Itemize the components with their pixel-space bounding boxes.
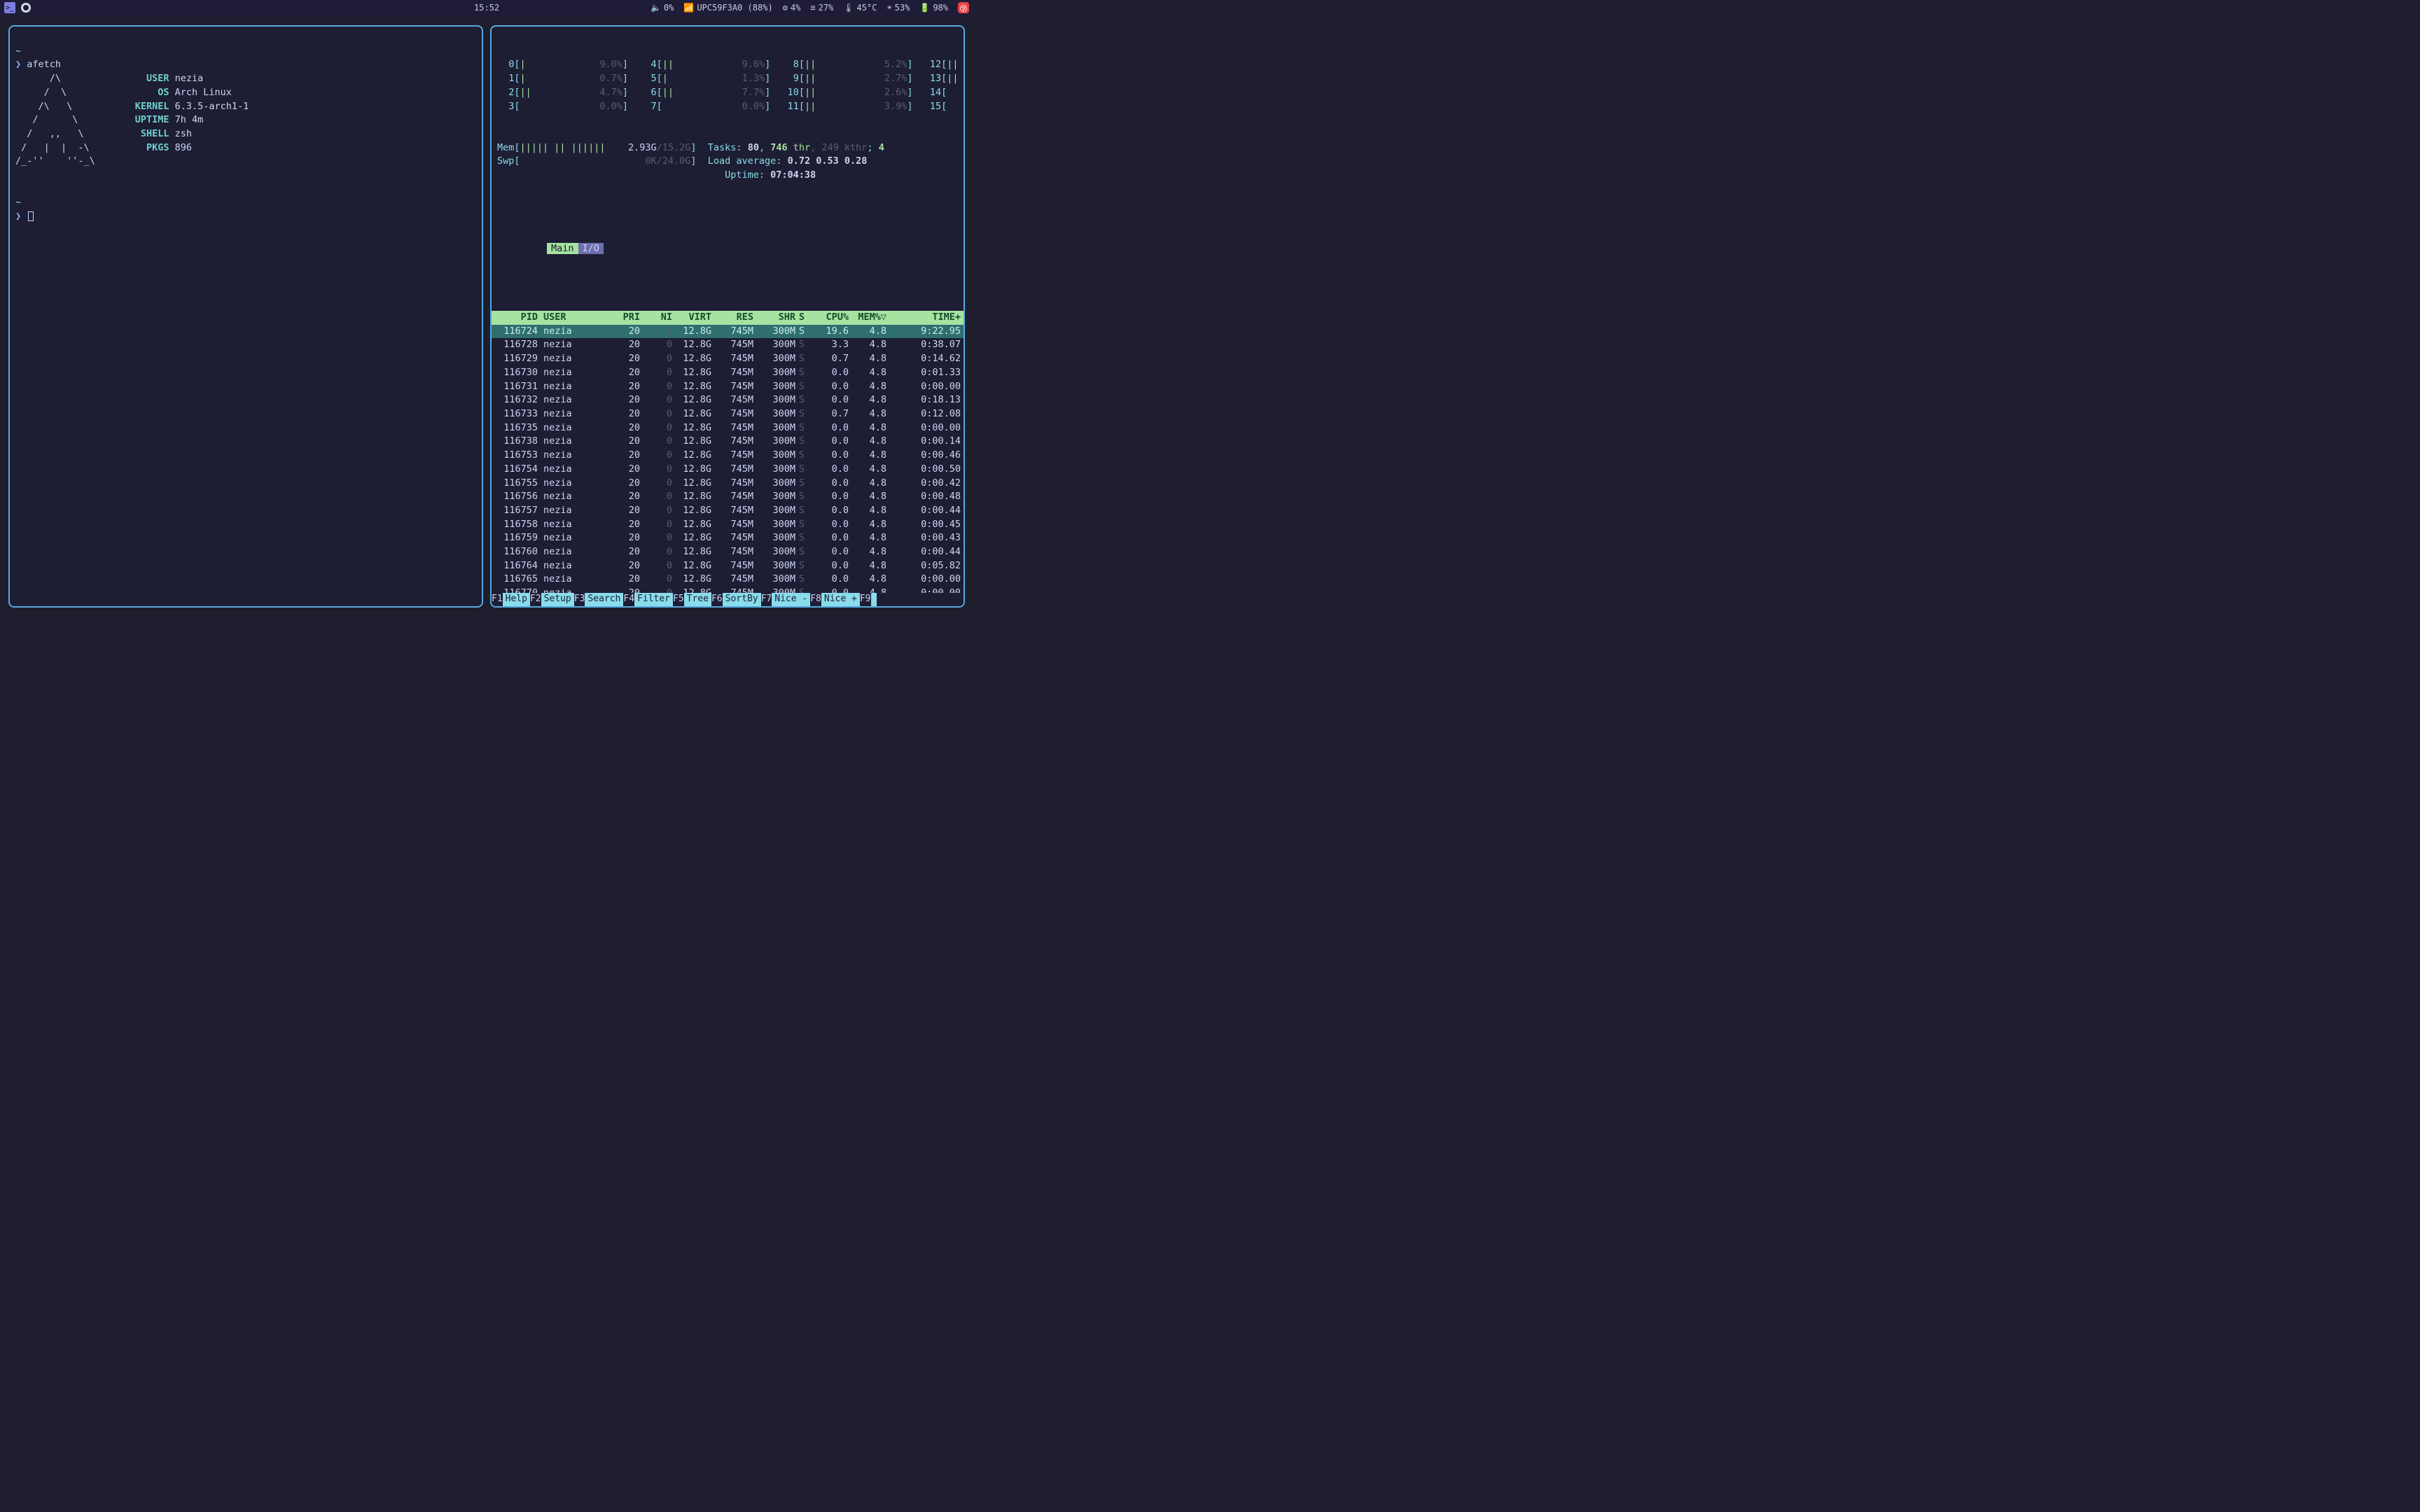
process-row[interactable]: 116754nezia20012.8G745M300MS0.04.80:00.5… (492, 463, 964, 477)
fnkey-f6[interactable]: F6 (711, 593, 723, 606)
fnlabel-f1[interactable]: Help (503, 593, 530, 606)
fnkey-f2[interactable]: F2 (530, 593, 541, 606)
fnkey-f5[interactable]: F5 (673, 593, 684, 606)
home-tilde: ~ (15, 197, 21, 208)
cursor-icon (28, 211, 34, 221)
discord-icon[interactable]: ㋡ (958, 2, 969, 13)
process-row[interactable]: 116728nezia20012.8G745M300MS3.34.80:38.0… (492, 338, 964, 352)
cpu-meters: 0[| 9.0%] 4[|| 9.6%] 8[|| 5.2%] 12[|| 2.… (492, 58, 964, 113)
memory-usage-indicator: ≡ 27% (810, 3, 833, 13)
fnkey-f9[interactable]: F9 (860, 593, 871, 606)
fnlabel-f4[interactable]: Filter (634, 593, 673, 606)
fnkey-f1[interactable]: F1 (492, 593, 503, 606)
fnlabel-f6[interactable]: SortBy (723, 593, 761, 606)
fnlabel-f8[interactable]: Nice + (821, 593, 860, 606)
tab-io[interactable]: I/O (578, 243, 604, 254)
process-row[interactable]: 116731nezia20012.8G745M300MS0.04.80:00.0… (492, 380, 964, 394)
home-tilde: ~ (15, 46, 21, 57)
terminal-pane-htop[interactable]: 0[| 9.0%] 4[|| 9.6%] 8[|| 5.2%] 12[|| 2.… (490, 25, 965, 608)
process-row[interactable]: 116757nezia20012.8G745M300MS0.04.80:00.4… (492, 504, 964, 518)
prompt-arrow-icon: ❯ (15, 59, 21, 70)
process-row[interactable]: 116732nezia20012.8G745M300MS0.04.80:18.1… (492, 393, 964, 407)
fnkey-f4[interactable]: F4 (623, 593, 634, 606)
fnlabel-f9[interactable] (871, 593, 877, 606)
brightness-indicator: ☀ 53% (886, 3, 910, 13)
process-row[interactable]: 116756nezia20012.8G745M300MS0.04.80:00.4… (492, 490, 964, 504)
fnlabel-f3[interactable]: Search (585, 593, 623, 606)
process-table[interactable]: PIDUSERPRINIVIRTRESSHRSCPU%MEM%▽TIME+116… (492, 311, 964, 608)
terminal-launcher-icon[interactable]: >_ (4, 2, 15, 13)
process-row[interactable]: 116735nezia20012.8G745M300MS0.04.80:00.0… (492, 421, 964, 435)
clock: 15:52 (474, 3, 499, 13)
process-row[interactable]: 116759nezia20012.8G745M300MS0.04.80:00.4… (492, 531, 964, 545)
function-key-bar: F1Help F2Setup F3SearchF4FilterF5Tree F6… (492, 593, 964, 606)
battery-indicator: 🔋 98% (919, 3, 948, 13)
wifi-indicator[interactable]: 📶 UPC59F3A0 (88%) (683, 3, 772, 13)
cpu-usage-indicator: ⚙ 4% (783, 3, 801, 13)
top-bar: >_ 15:52 🔈 0% 📶 UPC59F3A0 (88%) ⚙ 4% ≡ 2… (0, 0, 973, 15)
process-row[interactable]: 116755nezia20012.8G745M300MS0.04.80:00.4… (492, 477, 964, 491)
temperature-indicator: 🌡 45°C (843, 3, 877, 13)
fnkey-f8[interactable]: F8 (810, 593, 821, 606)
workspace-icon[interactable] (21, 3, 31, 13)
command-text: afetch (27, 59, 61, 70)
process-row[interactable]: 116724nezia20012.8G745M300MS19.64.89:22.… (492, 325, 964, 339)
afetch-output: /\ USER nezia / \ OS Arch Linux /\ \ KER… (15, 72, 476, 169)
process-row[interactable]: 116733nezia20012.8G745M300MS0.74.80:12.0… (492, 407, 964, 421)
fnlabel-f5[interactable]: Tree (684, 593, 711, 606)
fnkey-f7[interactable]: F7 (761, 593, 772, 606)
tab-main[interactable]: Main (547, 243, 578, 254)
process-row[interactable]: 116764nezia20012.8G745M300MS0.04.80:05.8… (492, 559, 964, 573)
process-row[interactable]: 116738nezia20012.8G745M300MS0.04.80:00.1… (492, 435, 964, 449)
process-row[interactable]: 116760nezia20012.8G745M300MS0.04.80:00.4… (492, 545, 964, 559)
process-row[interactable]: 116753nezia20012.8G745M300MS0.04.80:00.4… (492, 449, 964, 463)
prompt-arrow-icon: ❯ (15, 211, 21, 222)
memory-meters: Mem[||||| || |||||| 2.93G/15.2G] Tasks: … (492, 141, 964, 183)
fnkey-f3[interactable]: F3 (574, 593, 585, 606)
fnlabel-f7[interactable]: Nice - (772, 593, 810, 606)
process-row[interactable]: 116730nezia20012.8G745M300MS0.04.80:01.3… (492, 366, 964, 380)
process-row[interactable]: 116729nezia20012.8G745M300MS0.74.80:14.6… (492, 352, 964, 366)
volume-indicator[interactable]: 🔈 0% (651, 3, 674, 13)
process-row[interactable]: 116765nezia20012.8G745M300MS0.04.80:00.0… (492, 573, 964, 587)
process-row[interactable]: 116758nezia20012.8G745M300MS0.04.80:00.4… (492, 518, 964, 532)
fnlabel-f2[interactable]: Setup (541, 593, 574, 606)
process-table-header[interactable]: PIDUSERPRINIVIRTRESSHRSCPU%MEM%▽TIME+ (492, 311, 964, 325)
terminal-pane-afetch[interactable]: ~ ❯ afetch /\ USER nezia / \ OS Arch Lin… (8, 25, 483, 608)
